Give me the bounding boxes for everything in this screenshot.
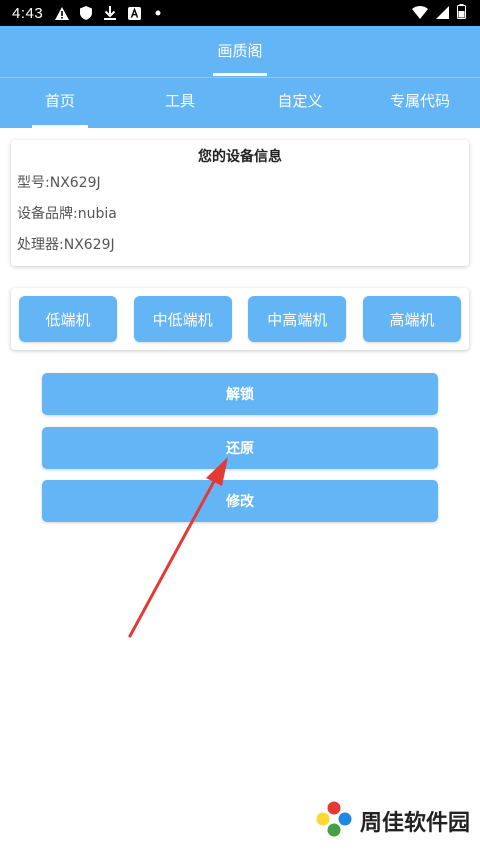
tab-tools[interactable]: 工具 [120, 78, 240, 128]
modify-button[interactable]: 修改 [42, 480, 438, 522]
wifi-icon [412, 4, 428, 23]
text-icon [127, 6, 141, 20]
shield-icon [79, 6, 93, 20]
tab-custom[interactable]: 自定义 [240, 78, 360, 128]
dot-icon [151, 6, 165, 20]
high-end-button[interactable]: 高端机 [362, 296, 461, 342]
title-underline [213, 73, 267, 76]
restore-button[interactable]: 还原 [42, 427, 438, 469]
tab-home[interactable]: 首页 [0, 78, 120, 128]
download-icon [103, 6, 117, 20]
status-icons-left [55, 6, 165, 20]
watermark-text: 周佳软件园 [359, 811, 470, 836]
status-time: 4:43 [12, 4, 44, 22]
watermark: 周佳软件园 [314, 799, 470, 843]
device-model: 型号:NX629J [17, 175, 101, 191]
device-info-card: 您的设备信息 型号:NX629J 设备品牌:nubia 处理器:NX629J [11, 140, 469, 266]
unlock-button[interactable]: 解锁 [42, 373, 438, 415]
pinwheel-logo-icon [314, 799, 354, 843]
status-bar: 4:43 [0, 0, 480, 26]
device-processor: 处理器:NX629J [17, 237, 115, 253]
signal-icon [436, 4, 449, 23]
low-end-button[interactable]: 低端机 [19, 296, 117, 342]
device-level-card: 低端机 中低端机 中高端机 高端机 [11, 288, 469, 350]
status-icons-right [412, 0, 466, 26]
device-brand: 设备品牌:nubia [17, 206, 117, 222]
warning-icon [55, 6, 70, 20]
device-info-heading: 您的设备信息 [198, 149, 282, 165]
tab-bar: 首页 工具 自定义 专属代码 [0, 78, 480, 128]
battery-icon [457, 3, 466, 23]
tab-exclusive-code[interactable]: 专属代码 [360, 78, 480, 128]
mid-high-end-button[interactable]: 中高端机 [248, 296, 347, 342]
mid-low-end-button[interactable]: 中低端机 [133, 296, 232, 342]
page-title: 画质阁 [217, 42, 263, 60]
app-bar: 画质阁 首页 工具 自定义 专属代码 [0, 26, 480, 128]
